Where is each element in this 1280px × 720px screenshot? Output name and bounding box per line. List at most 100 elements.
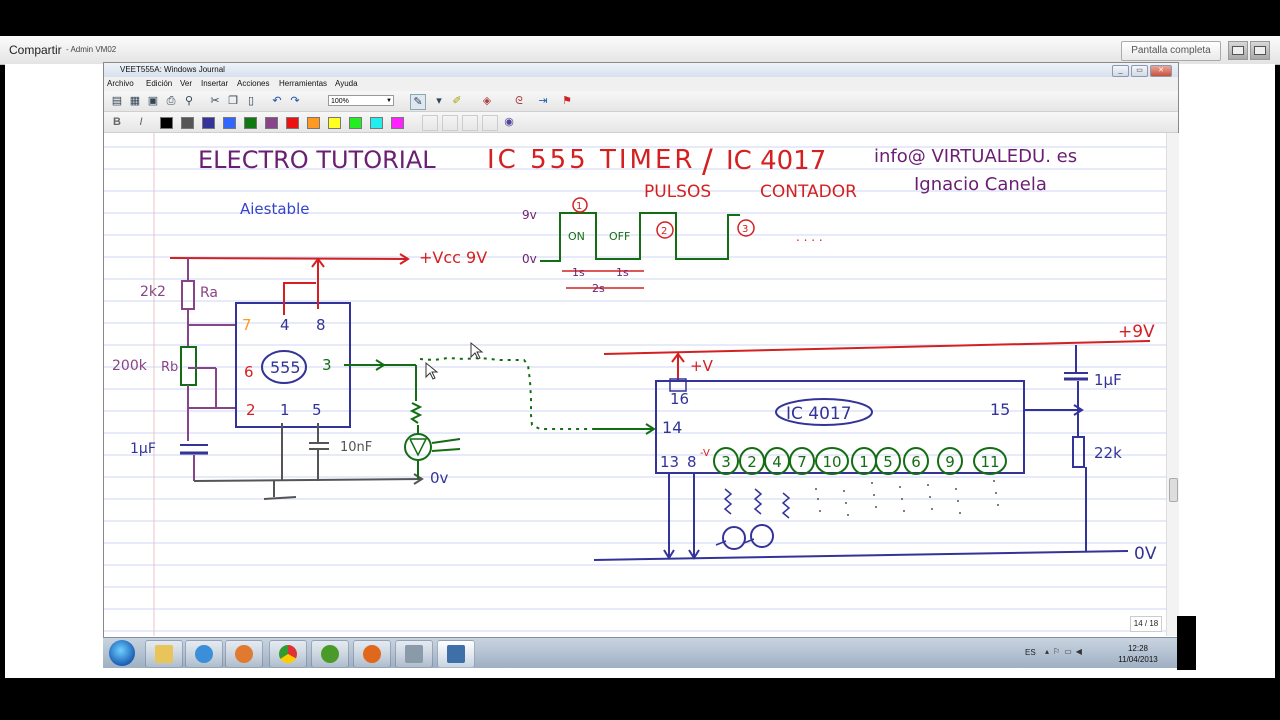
color-swatch[interactable] [202, 117, 215, 129]
cap-4017-label: 1µF [1094, 371, 1122, 389]
color-swatch[interactable] [349, 117, 362, 129]
close-button[interactable]: ✕ [1150, 65, 1172, 77]
vcc-4017-label: +9V [1118, 322, 1155, 342]
pen-tool-icon[interactable]: ✎ [410, 94, 426, 110]
zoom-select[interactable]: 100% ▼ [328, 95, 394, 106]
flag-icon[interactable]: ⚑ [560, 94, 574, 108]
r-2k2-label: 2k2 [140, 284, 166, 300]
color-swatch[interactable] [370, 117, 383, 129]
print-icon[interactable]: ⎙ [164, 94, 178, 108]
blank-swatch-icon[interactable] [422, 115, 438, 131]
minus-v-mark: -V [700, 448, 710, 459]
vertical-scrollbar[interactable] [1166, 133, 1179, 636]
window-layout-icon[interactable] [1228, 41, 1248, 60]
chrome-taskbar-icon[interactable] [269, 640, 307, 668]
menu-ver[interactable]: Ver [180, 79, 192, 88]
journal-titlebar: VEET555A: Windows Journal _ ▭ ✕ [104, 63, 1178, 77]
tray-icons[interactable]: ▴⚐▭◀ [1045, 647, 1086, 656]
gnd-label: 0v [430, 469, 449, 487]
wave-1s-b: 1s [616, 266, 629, 279]
chip-4017-label: IC 4017 [786, 404, 852, 424]
color-swatch[interactable] [328, 117, 341, 129]
color-swatch[interactable] [223, 117, 236, 129]
pin-5: 5 [312, 401, 322, 419]
wave-1s-a: 1s [572, 266, 585, 279]
blank-swatch-icon[interactable] [462, 115, 478, 131]
lasso-icon[interactable]: ᘓ [512, 94, 526, 108]
highlighter-icon[interactable]: ✐ [450, 94, 464, 108]
spotify-taskbar-icon[interactable] [311, 640, 349, 668]
journal-taskbar-icon[interactable] [437, 640, 475, 668]
ie-taskbar-icon[interactable] [185, 640, 223, 668]
rb-label: Rb [161, 360, 178, 375]
fullscreen-button[interactable]: Pantalla completa [1121, 41, 1221, 61]
heading-slash: / [702, 142, 713, 180]
main-toolbar: ▤ ▦ ▣ ⎙ ⚲ ✂ ❐ ▯ ↶ ↷ 100% ▼ ✎ ▾ ✐ ◈ ᘓ ⇥ ⚑ [104, 91, 1178, 112]
pulse-2-label: 2 [661, 226, 667, 237]
pin-3: 3 [322, 356, 332, 374]
scroll-thumb[interactable] [1169, 478, 1178, 502]
output-pin-label: 7 [797, 453, 807, 471]
author-text: Ignacio Canela [914, 174, 1047, 195]
wave-off-label: OFF [609, 230, 630, 243]
media-player-taskbar-icon[interactable] [225, 640, 263, 668]
firefox-taskbar-icon[interactable] [353, 640, 391, 668]
output-pin-label: 3 [721, 453, 731, 471]
blank-swatch-icon[interactable] [442, 115, 458, 131]
res-22k-label: 22k [1094, 444, 1122, 462]
color-swatch[interactable] [391, 117, 404, 129]
pen-dropdown-icon[interactable]: ▾ [432, 94, 446, 108]
app-taskbar-icon[interactable] [395, 640, 433, 668]
email-text: info@ VIRTUALEDU. es [874, 146, 1077, 167]
language-indicator[interactable]: ES [1025, 648, 1036, 657]
open-icon[interactable]: ▦ [128, 94, 142, 108]
clock-date[interactable]: 11/04/2013 [1103, 655, 1173, 664]
color-swatch[interactable] [244, 117, 257, 129]
redo-icon[interactable]: ↷ [288, 94, 302, 108]
blank-swatch-icon[interactable] [482, 115, 498, 131]
format-toolbar: B I ◉ [104, 112, 1178, 133]
menu-insertar[interactable]: Insertar [201, 79, 228, 88]
save-icon[interactable]: ▣ [146, 94, 160, 108]
pin-4: 4 [280, 316, 290, 334]
output-pin-label: 11 [980, 453, 999, 471]
share-bar: Compartir - Admin VM02 Pantalla completa [0, 36, 1280, 65]
journal-title: VEET555A: Windows Journal [120, 65, 225, 74]
new-page-icon[interactable]: ▤ [110, 94, 124, 108]
zoom-value: 100% [331, 98, 349, 105]
eraser-icon[interactable]: ◈ [480, 94, 494, 108]
wave-dots: . . . . [796, 230, 823, 244]
menu-ayuda[interactable]: Ayuda [335, 79, 358, 88]
menu-acciones[interactable]: Acciones [237, 79, 269, 88]
contador-label: CONTADOR [760, 182, 857, 202]
menu-archivo[interactable]: Archivo [107, 79, 134, 88]
pin13-label: 13 [660, 453, 679, 471]
color-swatch[interactable] [307, 117, 320, 129]
italic-icon[interactable]: I [134, 115, 148, 129]
color-swatch[interactable] [160, 117, 173, 129]
pin16-label: 16 [670, 390, 689, 408]
color-wheel-icon[interactable]: ◉ [502, 115, 516, 129]
find-icon[interactable]: ⚲ [182, 94, 196, 108]
dark-corner [1177, 616, 1196, 670]
paste-icon[interactable]: ▯ [244, 94, 258, 108]
insert-space-icon[interactable]: ⇥ [536, 94, 550, 108]
color-swatch[interactable] [181, 117, 194, 129]
copy-icon[interactable]: ❐ [226, 94, 240, 108]
journal-page[interactable]: ELECTRO TUTORIAL IC 555 TIMER / IC 4017 … [104, 133, 1166, 636]
clock-time[interactable]: 12:28 [1103, 644, 1173, 653]
menu-herramientas[interactable]: Herramientas [279, 79, 327, 88]
cut-icon[interactable]: ✂ [208, 94, 222, 108]
undo-icon[interactable]: ↶ [270, 94, 284, 108]
pin-8: 8 [316, 316, 326, 334]
color-swatch[interactable] [265, 117, 278, 129]
start-button-icon[interactable] [109, 640, 135, 666]
menu-edicion[interactable]: Edición [146, 79, 172, 88]
maximize-button[interactable]: ▭ [1131, 65, 1148, 77]
bold-icon[interactable]: B [110, 115, 124, 129]
explorer-taskbar-icon[interactable] [145, 640, 183, 668]
color-swatch[interactable] [286, 117, 299, 129]
r-200k-label: 200k [112, 358, 148, 374]
minimize-button[interactable]: _ [1112, 65, 1129, 77]
window-restore-icon[interactable] [1250, 41, 1270, 60]
